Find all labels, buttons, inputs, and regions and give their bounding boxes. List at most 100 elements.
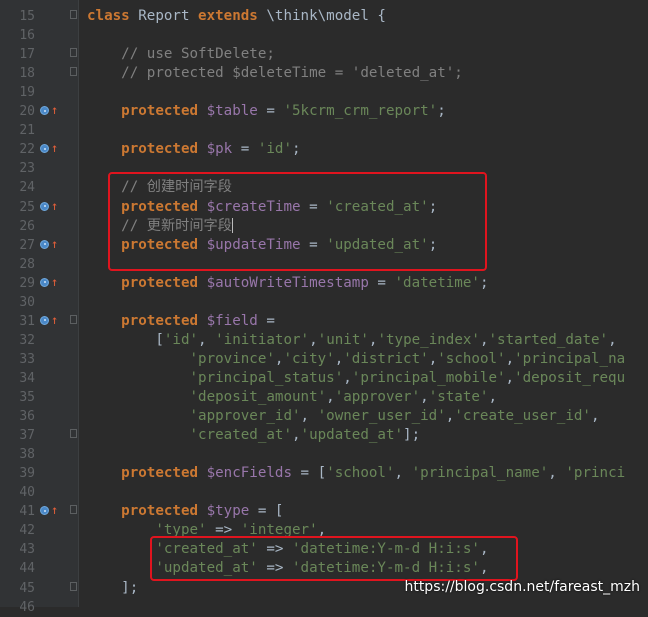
code-token: , [309,331,318,348]
code-text[interactable]: 'province','city','district','school','p… [87,350,626,369]
code-text[interactable]: // protected $deleteTime = 'deleted_at'; [87,64,463,83]
code-line[interactable]: 41 ↑ protected $type = [ [0,502,648,521]
override-marker-icon[interactable]: ↑ [40,275,62,290]
code-text[interactable]: class Report extends \think\model { [87,7,386,26]
code-line[interactable]: 17 // use SoftDelete; [0,45,648,64]
code-text[interactable]: // use SoftDelete; [87,45,275,64]
code-token: Report [138,8,199,24]
code-text[interactable]: ]; [87,579,138,598]
fold-toggle-icon[interactable] [70,429,77,439]
code-line[interactable]: 30 [0,293,648,312]
code-text[interactable]: 'principal_status','principal_mobile','d… [87,369,626,388]
code-token: 'state' [428,389,489,405]
line-number: 20 [19,104,35,120]
line-number: 43 [19,542,35,558]
fold-toggle-icon[interactable] [70,581,77,591]
fold-toggle-icon[interactable] [70,505,77,515]
override-marker-icon[interactable]: ↑ [40,313,62,328]
line-number: 30 [19,294,35,310]
code-line[interactable]: 34 'principal_status','principal_mobile'… [0,369,648,388]
code-token: $pk [206,141,233,158]
code-line[interactable]: 21 [0,121,648,140]
code-line[interactable]: 16 [0,26,648,45]
up-arrow-icon: ↑ [51,236,59,251]
code-token: 'school' [326,465,395,482]
code-token: , [590,408,600,425]
highlight-box-timestamp-fields [108,172,487,271]
code-token: , [479,331,489,348]
code-line[interactable]: 37 'created_at','updated_at']; [0,426,648,445]
line-number: 35 [19,390,35,405]
override-marker-icon[interactable]: ↑ [40,198,62,214]
code-text[interactable]: protected $autoWriteTimestamp = 'datetim… [87,274,488,293]
fold-toggle-icon[interactable] [70,67,77,77]
code-token: protected [121,103,207,120]
code-line[interactable]: 15 class Report extends \think\model { [0,7,648,26]
code-token: \think\model { [266,8,386,24]
code-token: 'started_date' [488,331,609,348]
fold-toggle-icon[interactable] [70,10,77,19]
code-token: , [505,350,515,367]
code-line[interactable]: 31 ↑ protected $field = [0,312,648,331]
line-number: 28 [19,256,35,272]
line-number: 45 [19,580,35,596]
code-token: ; [479,274,489,291]
code-text[interactable]: protected $pk = 'id'; [87,140,300,159]
code-line[interactable]: 32 ['id', 'initiator','unit','type_index… [0,331,648,350]
fold-toggle-icon[interactable] [70,314,77,324]
code-line[interactable]: 40 [0,483,648,502]
code-token: = [368,274,395,291]
line-number: 42 [19,523,35,539]
code-line[interactable]: 46 [0,598,648,617]
code-token: $encFields [206,465,293,482]
code-text[interactable]: protected $type = [ [87,502,283,521]
line-number: 44 [19,561,35,577]
line-number: 22 [19,142,35,158]
line-number: 33 [19,351,35,367]
code-line[interactable]: 39 protected $encFields = ['school', 'pr… [0,464,648,483]
line-number: 16 [19,28,35,44]
code-line[interactable]: 29 ↑ protected $autoWriteTimestamp = 'dat… [0,274,648,293]
override-marker-icon[interactable]: ↑ [40,236,62,252]
override-dot-icon [40,277,49,287]
code-token: 'datetime' [394,274,480,291]
code-token: = [257,312,275,329]
code-token: = [232,141,258,158]
code-token: , [428,350,438,367]
code-text[interactable]: ['id', 'initiator','unit','type_index','… [87,331,616,350]
code-line[interactable]: 22 ↑ protected $pk = 'id'; [0,140,648,159]
code-line[interactable]: 35 'deposit_amount','approver','state', [0,388,648,407]
code-text[interactable]: protected $field = [87,312,275,331]
code-token: 'princi [565,465,626,482]
code-line[interactable]: 20 ↑ protected $table = '5kcrm_crm_report… [0,102,648,121]
watermark-text: https://blog.csdn.net/fareast_mzh [404,579,640,595]
code-line[interactable]: 36 'approver_id', 'owner_user_id','creat… [0,407,648,426]
fold-toggle-icon[interactable] [70,48,77,58]
line-number: 39 [19,466,35,482]
code-token: [ [87,331,164,348]
code-text[interactable]: 'deposit_amount','approver','state', [87,388,498,407]
code-text[interactable]: 'approver_id', 'owner_user_id','create_u… [87,407,600,426]
up-arrow-icon: ↑ [51,198,59,213]
code-token: 'approver_id' [189,408,301,425]
override-marker-icon[interactable]: ↑ [40,503,62,518]
code-line[interactable]: 33 'province','city','district','school'… [0,350,648,369]
code-line[interactable]: 18 // protected $deleteTime = 'deleted_a… [0,64,648,83]
override-dot-icon [40,106,49,116]
code-line[interactable]: 38 [0,445,648,464]
override-marker-icon[interactable]: ↑ [40,103,62,118]
code-token: protected [121,312,207,329]
code-text[interactable]: protected $table = '5kcrm_crm_report'; [87,102,446,121]
code-text[interactable]: 'created_at','updated_at']; [87,426,421,445]
code-text[interactable]: protected $encFields = ['school', 'princ… [87,464,625,483]
override-marker-icon[interactable]: ↑ [40,141,62,156]
code-line[interactable]: 19 [0,83,648,102]
